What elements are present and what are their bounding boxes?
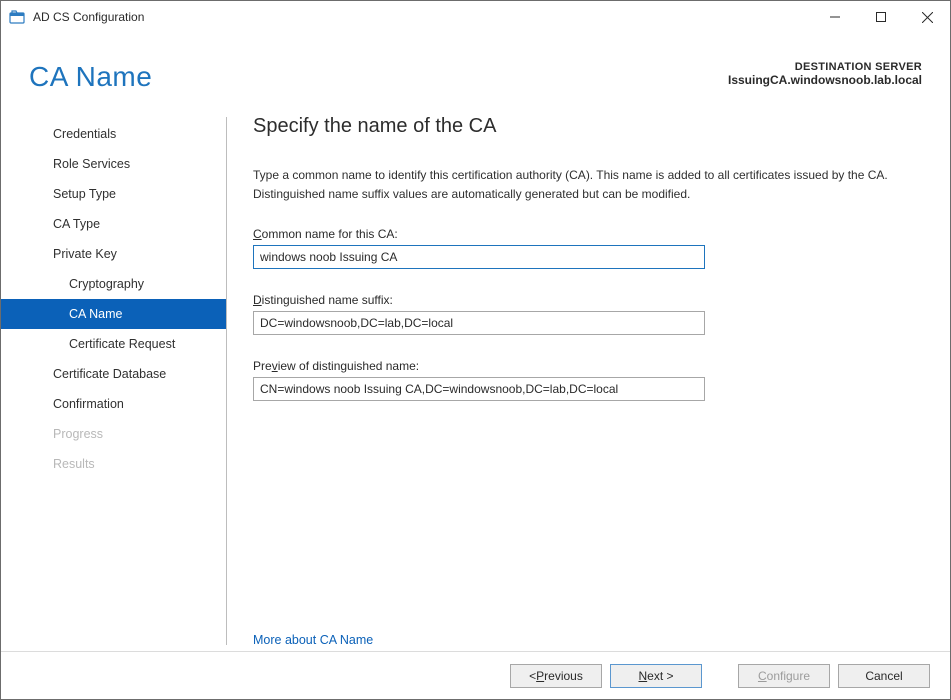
wizard-step-role-services[interactable]: Role Services	[1, 149, 226, 179]
common-name-input[interactable]	[253, 245, 705, 269]
destination-block: DESTINATION SERVER IssuingCA.windowsnoob…	[728, 61, 922, 87]
destination-label: DESTINATION SERVER	[728, 61, 922, 73]
dn-suffix-label: Distinguished name suffix:	[253, 293, 922, 307]
common-name-field: Common name for this CA:	[253, 227, 922, 269]
wizard-step-private-key[interactable]: Private Key	[1, 239, 226, 269]
button-bar: < Previous Next > Configure Cancel	[1, 651, 950, 699]
common-name-label: Common name for this CA:	[253, 227, 922, 241]
wizard-step-confirmation[interactable]: Confirmation	[1, 389, 226, 419]
wizard-window: AD CS Configuration CA Name DESTINATION …	[0, 0, 951, 700]
previous-button[interactable]: < Previous	[510, 664, 602, 688]
maximize-button[interactable]	[858, 2, 904, 32]
minimize-button[interactable]	[812, 2, 858, 32]
wizard-step-setup-type[interactable]: Setup Type	[1, 179, 226, 209]
window-title: AD CS Configuration	[33, 10, 144, 24]
section-title: Specify the name of the CA	[253, 115, 922, 138]
next-button[interactable]: Next >	[610, 664, 702, 688]
preview-input[interactable]	[253, 377, 705, 401]
wizard-step-cryptography[interactable]: Cryptography	[1, 269, 226, 299]
wizard-steps-sidebar: CredentialsRole ServicesSetup TypeCA Typ…	[1, 113, 226, 651]
titlebar: AD CS Configuration	[1, 1, 950, 33]
cancel-button[interactable]: Cancel	[838, 664, 930, 688]
configure-button[interactable]: Configure	[738, 664, 830, 688]
dn-suffix-input[interactable]	[253, 311, 705, 335]
preview-field: Preview of distinguished name:	[253, 359, 922, 401]
wizard-step-results: Results	[1, 449, 226, 479]
close-button[interactable]	[904, 2, 950, 32]
window-controls	[812, 2, 950, 32]
page-title: CA Name	[29, 61, 152, 93]
preview-label: Preview of distinguished name:	[253, 359, 922, 373]
wizard-step-progress: Progress	[1, 419, 226, 449]
wizard-step-ca-type[interactable]: CA Type	[1, 209, 226, 239]
wizard-step-ca-name[interactable]: CA Name	[1, 299, 226, 329]
wizard-step-credentials[interactable]: Credentials	[1, 119, 226, 149]
dn-suffix-field: Distinguished name suffix:	[253, 293, 922, 335]
more-about-link[interactable]: More about CA Name	[253, 633, 373, 647]
header: CA Name DESTINATION SERVER IssuingCA.win…	[1, 33, 950, 101]
destination-server: IssuingCA.windowsnoob.lab.local	[728, 73, 922, 87]
wizard-step-certificate-database[interactable]: Certificate Database	[1, 359, 226, 389]
app-icon	[9, 9, 25, 25]
content-pane: Specify the name of the CA Type a common…	[227, 113, 950, 651]
wizard-step-certificate-request[interactable]: Certificate Request	[1, 329, 226, 359]
body: CredentialsRole ServicesSetup TypeCA Typ…	[1, 101, 950, 651]
section-description: Type a common name to identify this cert…	[253, 166, 922, 203]
